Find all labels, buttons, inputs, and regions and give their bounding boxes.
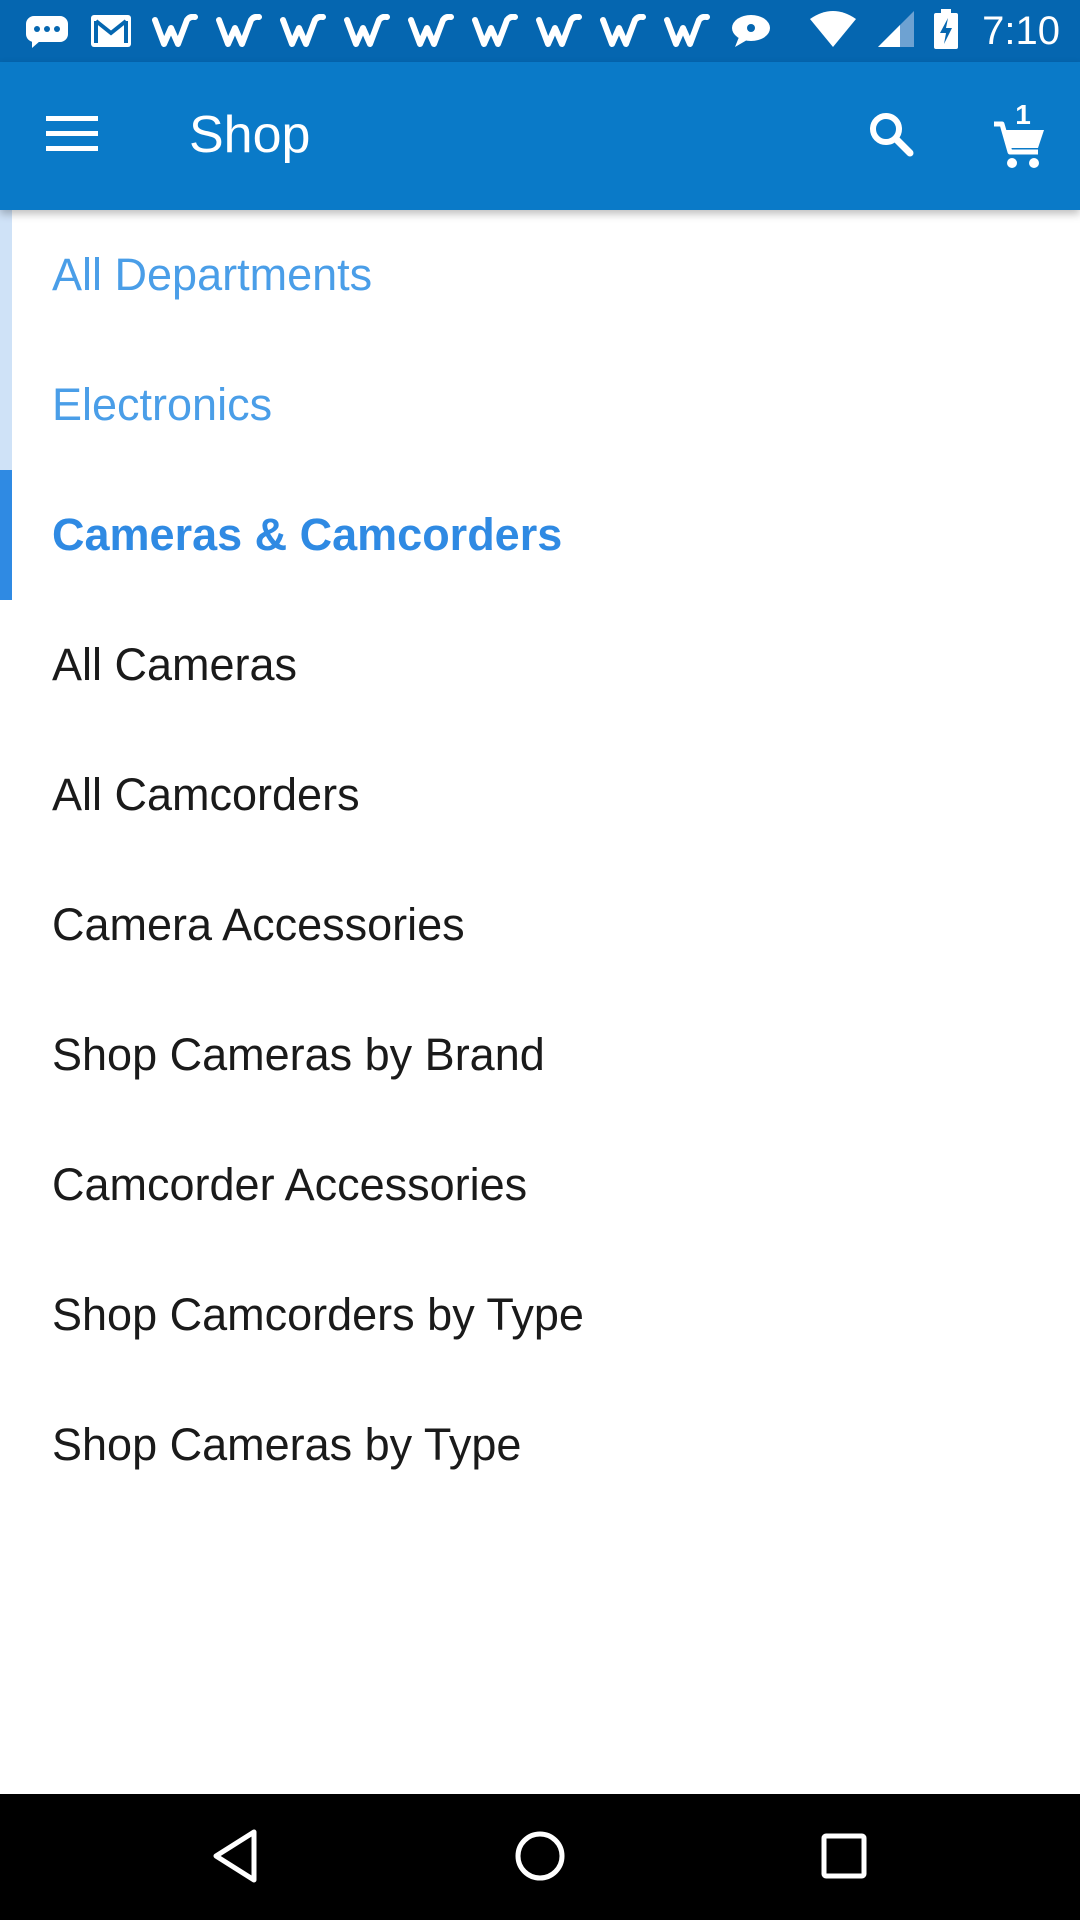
cell-signal-icon [874, 9, 916, 54]
recents-icon [819, 1831, 869, 1886]
status-bar: 7:10 [0, 0, 1080, 62]
search-button[interactable] [855, 100, 927, 172]
category-item-label: Shop Camcorders by Type [52, 1289, 584, 1340]
breadcrumb-indicator [0, 340, 12, 470]
w-app-icon [534, 11, 584, 51]
w-app-icon [598, 11, 648, 51]
current-category[interactable]: Cameras & Camcorders [0, 470, 1080, 600]
screen: 7:10 Shop 1 All Departments Electronics [0, 0, 1080, 1920]
breadcrumb-indicator [0, 210, 12, 340]
current-category-indicator [0, 470, 12, 600]
app-bar: Shop [0, 62, 1080, 210]
w-app-icon [214, 11, 264, 51]
home-button[interactable] [504, 1822, 576, 1894]
notification-icons [22, 0, 776, 62]
category-item-all-camcorders[interactable]: All Camcorders [0, 730, 1080, 860]
category-item-label: Shop Cameras by Brand [52, 1029, 545, 1080]
recents-button[interactable] [808, 1822, 880, 1894]
current-category-label: Cameras & Camcorders [52, 509, 563, 560]
shopping-cart-icon [992, 120, 1046, 170]
category-item-label: Camera Accessories [52, 899, 465, 950]
w-app-icon [342, 11, 392, 51]
breadcrumb-electronics[interactable]: Electronics [0, 340, 1080, 470]
w-app-icon [406, 11, 456, 51]
system-nav-bar [0, 1794, 1080, 1920]
wifi-icon [808, 9, 858, 54]
gmail-icon [86, 11, 136, 51]
page-title: Shop [189, 106, 311, 164]
w-app-icon [278, 11, 328, 51]
message-bubble-icon [726, 11, 776, 51]
menu-button[interactable] [26, 100, 118, 172]
chat-bubble-icon [22, 11, 72, 51]
category-item-label: All Cameras [52, 639, 298, 690]
back-button[interactable] [200, 1822, 272, 1894]
category-item-label: Shop Cameras by Type [52, 1419, 522, 1470]
category-item-shop-cameras-by-brand[interactable]: Shop Cameras by Brand [0, 990, 1080, 1120]
breadcrumb-all-departments[interactable]: All Departments [0, 210, 1080, 340]
home-icon [512, 1828, 568, 1889]
hamburger-menu-icon [46, 114, 98, 159]
category-list: All Departments Electronics Cameras & Ca… [0, 210, 1080, 1510]
breadcrumb-label: All Departments [52, 249, 373, 300]
category-item-all-cameras[interactable]: All Cameras [0, 600, 1080, 730]
back-icon [210, 1828, 262, 1889]
category-item-camcorder-accessories[interactable]: Camcorder Accessories [0, 1120, 1080, 1250]
category-item-camera-accessories[interactable]: Camera Accessories [0, 860, 1080, 990]
category-item-label: All Camcorders [52, 769, 360, 820]
battery-charging-icon [932, 8, 960, 55]
w-app-icon [150, 11, 200, 51]
search-icon [868, 111, 914, 162]
breadcrumb-label: Electronics [52, 379, 273, 430]
w-app-icon [662, 11, 712, 51]
w-app-icon [470, 11, 520, 51]
category-item-shop-cameras-by-type[interactable]: Shop Cameras by Type [0, 1380, 1080, 1510]
category-item-label: Camcorder Accessories [52, 1159, 528, 1210]
category-item-shop-camcorders-by-type[interactable]: Shop Camcorders by Type [0, 1250, 1080, 1380]
